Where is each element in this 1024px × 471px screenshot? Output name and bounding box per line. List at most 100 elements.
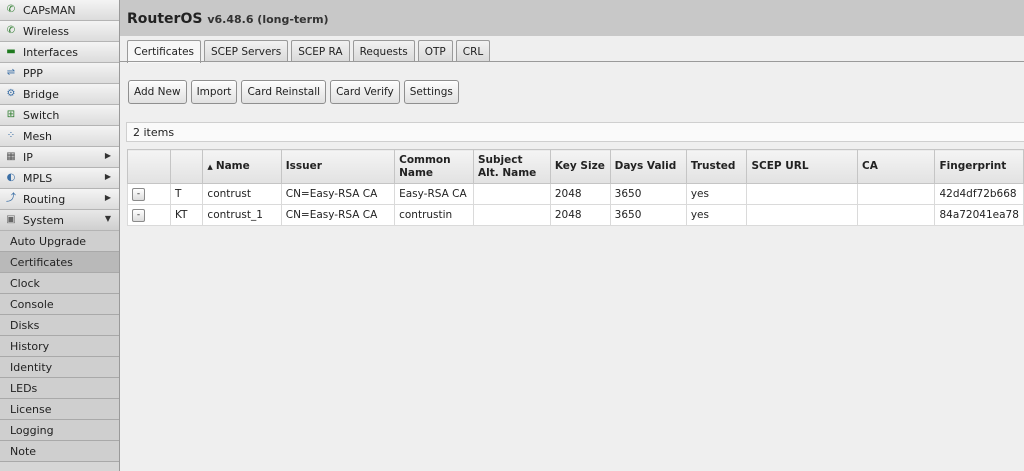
cell-name: contrust: [202, 183, 282, 205]
sidebar-item-bridge[interactable]: ⚙ Bridge: [0, 84, 119, 105]
card-reinstall-button[interactable]: Card Reinstall: [241, 80, 327, 104]
sidebar-subitem-leds[interactable]: LEDs: [0, 378, 119, 399]
sidebar-menu: ✆ CAPsMAN ✆ Wireless ▬ Interfaces ⇌ PPP ⚙ Bridge ⊞…: [0, 0, 119, 231]
sidebar-item-label: IP: [23, 150, 33, 164]
cell-subject-alt-name: [472, 204, 551, 226]
sidebar-item-label: Interfaces: [23, 45, 78, 59]
sidebar-subitem-license[interactable]: License: [0, 399, 119, 420]
cell-trusted: yes: [685, 204, 748, 226]
tab-scep-ra[interactable]: SCEP RA: [291, 40, 350, 62]
col-header-subject-alt-name[interactable]: Subject Alt. Name: [472, 149, 551, 184]
sidebar-item-label: Mesh: [23, 129, 52, 143]
sidebar-item-label: MPLS: [23, 171, 53, 185]
title-bar: RouterOS v6.48.6 (long-term): [120, 0, 1024, 36]
cell-issuer: CN=Easy-RSA CA: [280, 183, 396, 205]
chevron-right-icon: ▶: [104, 151, 111, 160]
cell-name: contrust_1: [202, 204, 282, 226]
col-header-trusted[interactable]: Trusted: [685, 149, 748, 184]
sidebar: ✆ CAPsMAN ✆ Wireless ▬ Interfaces ⇌ PPP ⚙ Bridge ⊞…: [0, 0, 120, 471]
card-verify-button[interactable]: Card Verify: [330, 80, 400, 104]
sidebar-subitem-history[interactable]: History: [0, 336, 119, 357]
sidebar-subitem-auto-upgrade[interactable]: Auto Upgrade: [0, 231, 119, 252]
col-header-scep-url[interactable]: SCEP URL: [746, 149, 859, 184]
chevron-right-icon: ▶: [104, 172, 111, 181]
tab-requests[interactable]: Requests: [352, 40, 415, 62]
sidebar-item-ppp[interactable]: ⇌ PPP: [0, 63, 119, 84]
sidebar-item-capsman[interactable]: ✆ CAPsMAN: [0, 0, 119, 21]
mpls-icon: ◐: [6, 172, 16, 183]
cell-subject-alt-name: [472, 183, 551, 205]
tab-scep-servers[interactable]: SCEP Servers: [204, 40, 289, 62]
col-header-flags[interactable]: [169, 149, 204, 184]
col-header-fingerprint[interactable]: Fingerprint: [934, 149, 1024, 184]
ppp-icon: ⇌: [6, 67, 16, 78]
add-new-button[interactable]: Add New: [128, 80, 187, 104]
cell-ca: [857, 204, 936, 226]
row-toggle-button[interactable]: -: [132, 208, 145, 222]
sidebar-item-routing[interactable]: ⤴ Routing ▶: [0, 189, 119, 210]
chevron-right-icon: ▶: [104, 193, 111, 202]
bridge-icon: ⚙: [6, 88, 16, 99]
sidebar-item-system[interactable]: ▣ System ▼: [0, 210, 119, 231]
ip-icon: ▦: [6, 151, 16, 162]
item-count-bar: 2 items: [126, 122, 1024, 142]
cell-trusted: yes: [685, 183, 748, 205]
sidebar-item-label: Routing: [23, 192, 66, 206]
sidebar-subitem-identity[interactable]: Identity: [0, 357, 119, 378]
cell-btn: -: [127, 204, 171, 226]
cell-btn: -: [127, 183, 171, 205]
sidebar-subitem-console[interactable]: Console: [0, 294, 119, 315]
cell-fingerprint: 42d4df72b668: [934, 183, 1024, 205]
sidebar-subitem-clock[interactable]: Clock: [0, 273, 119, 294]
cell-scep-url: [746, 204, 859, 226]
table-row[interactable]: - KT contrust_1 CN=Easy-RSA CA contrustin 204…: [127, 204, 1024, 226]
cell-issuer: CN=Easy-RSA CA: [280, 204, 396, 226]
table-header-row: ▲ Name Issuer Common Name Subject Alt. Na…: [127, 149, 1024, 184]
import-button[interactable]: Import: [190, 80, 238, 104]
settings-button[interactable]: Settings: [403, 80, 459, 104]
item-count: 2 items: [133, 125, 175, 139]
system-submenu: Auto Upgrade Certificates Clock Console Disk…: [0, 231, 119, 462]
main-panel: RouterOS v6.48.6 (long-term) Certificate…: [120, 0, 1024, 471]
sidebar-item-label: System: [23, 213, 65, 227]
sidebar-item-label: Bridge: [23, 87, 59, 101]
row-toggle-button[interactable]: -: [132, 187, 145, 201]
sidebar-item-interfaces[interactable]: ▬ Interfaces: [0, 42, 119, 63]
page-title: RouterOS v6.48.6 (long-term): [127, 11, 329, 27]
sidebar-item-label: PPP: [23, 66, 43, 80]
col-header-days-valid[interactable]: Days Valid: [609, 149, 687, 184]
col-header-key-size[interactable]: Key Size: [549, 149, 611, 184]
sidebar-item-mpls[interactable]: ◐ MPLS ▶: [0, 168, 119, 189]
certificates-table: ▲ Name Issuer Common Name Subject Alt. Na…: [127, 149, 1024, 226]
sidebar-subitem-note[interactable]: Note: [0, 441, 119, 462]
app-version: v6.48.6 (long-term): [207, 13, 329, 26]
app-name: RouterOS: [127, 11, 203, 27]
tab-otp[interactable]: OTP: [417, 40, 453, 62]
sidebar-item-mesh[interactable]: ⁘ Mesh: [0, 126, 119, 147]
cell-key-size: 2048: [549, 183, 611, 205]
sidebar-item-switch[interactable]: ⊞ Switch: [0, 105, 119, 126]
tab-crl[interactable]: CRL: [455, 40, 491, 62]
sort-ascending-icon: ▲: [207, 162, 213, 171]
col-header-common-name[interactable]: Common Name: [394, 149, 474, 184]
sidebar-subitem-logging[interactable]: Logging: [0, 420, 119, 441]
table-row[interactable]: - Tcontrust CN=Easy-RSA CA Easy-RSA CA 2048 3…: [127, 183, 1024, 205]
col-header-issuer[interactable]: Issuer: [280, 149, 396, 184]
sidebar-item-ip[interactable]: ▦ IP ▶: [0, 147, 119, 168]
tab-bar: Certificates SCEP Servers SCEP RA Requests O…: [127, 40, 493, 63]
wireless-icon: ✆: [6, 25, 16, 36]
interfaces-icon: ▬: [6, 46, 16, 57]
cell-flags: T: [169, 183, 204, 205]
sidebar-subitem-certificates[interactable]: Certificates: [0, 252, 119, 273]
routing-icon: ⤴: [6, 193, 16, 204]
sidebar-item-wireless[interactable]: ✆ Wireless: [0, 21, 119, 42]
col-header-name[interactable]: ▲ Name: [202, 149, 282, 184]
sidebar-subitem-disks[interactable]: Disks: [0, 315, 119, 336]
col-header-ca[interactable]: CA: [857, 149, 936, 184]
system-icon: ▣: [6, 214, 16, 225]
cell-days-valid: 3650: [609, 204, 687, 226]
mesh-icon: ⁘: [6, 130, 16, 141]
tab-certificates[interactable]: Certificates: [127, 40, 202, 63]
cell-key-size: 2048: [549, 204, 611, 226]
cell-common-name: Easy-RSA CA: [394, 183, 474, 205]
